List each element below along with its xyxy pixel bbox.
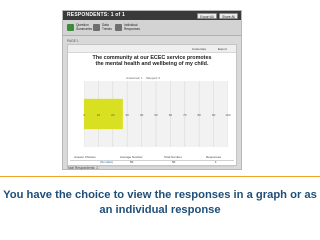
customize-button[interactable]: Customize (192, 47, 206, 51)
x-tick-label: 40 (139, 113, 144, 117)
row-total: 50 (172, 160, 176, 164)
question-card: Customize Export The community at our EC… (67, 44, 237, 166)
x-tick-label: 20 (111, 113, 115, 117)
page-label: PAGE 1 (67, 39, 79, 43)
tab-question-summaries[interactable]: Question Summaries (67, 22, 92, 33)
survey-results-screenshot: RESPONDENTS: 1 of 1 Export All Share All… (62, 10, 242, 170)
row-responses: 1 (215, 160, 217, 164)
summary-chart-icon (67, 24, 74, 31)
row-average: 50 (130, 160, 134, 164)
answer-stats: Answered: 1 Skipped: 0 (126, 76, 160, 80)
trends-icon (93, 24, 100, 31)
export-all-button[interactable]: Export All (197, 12, 217, 19)
table-divider (70, 160, 234, 161)
x-tick-label: 70 (183, 113, 187, 117)
x-tick-label: 100 (225, 113, 231, 117)
x-tick-label: 10 (96, 113, 101, 117)
x-tick-label: 90 (211, 113, 216, 117)
tab-label: Data Trends (102, 22, 112, 31)
x-tick-label: 80 (197, 113, 201, 117)
question-title: The community at our ECEC service promot… (92, 55, 212, 68)
results-tabs: Question Summaries Data Trends Individua… (63, 20, 241, 36)
x-tick-label: 60 (168, 113, 173, 117)
skipped-count: Skipped: 0 (146, 76, 161, 80)
x-tick-label: 30 (125, 113, 129, 117)
card-toolbar: Customize Export (68, 45, 236, 53)
tab-data-trends[interactable]: Data Trends (93, 22, 113, 33)
person-icon (115, 24, 122, 31)
answered-count: Answered: 1 (126, 76, 143, 80)
slide-caption: You have the choice to view the response… (3, 189, 317, 216)
respondents-count: RESPONDENTS: 1 of 1 (67, 12, 125, 18)
accent-divider (0, 176, 320, 177)
total-respondents: Total Respondents: 1 (67, 166, 98, 170)
x-tick-label: 50 (154, 113, 158, 117)
export-button[interactable]: Export (218, 47, 227, 51)
row-answer-label[interactable]: (No label) (100, 160, 113, 165)
share-all-button[interactable]: Share All (219, 12, 238, 19)
tab-label: Question Summaries (76, 22, 93, 31)
tab-label: Individual Responses (124, 22, 140, 31)
tab-individual-responses[interactable]: Individual Responses (115, 22, 140, 33)
respondents-bar: RESPONDENTS: 1 of 1 Export All Share All (63, 11, 241, 20)
x-tick-label: 0 (83, 113, 85, 117)
